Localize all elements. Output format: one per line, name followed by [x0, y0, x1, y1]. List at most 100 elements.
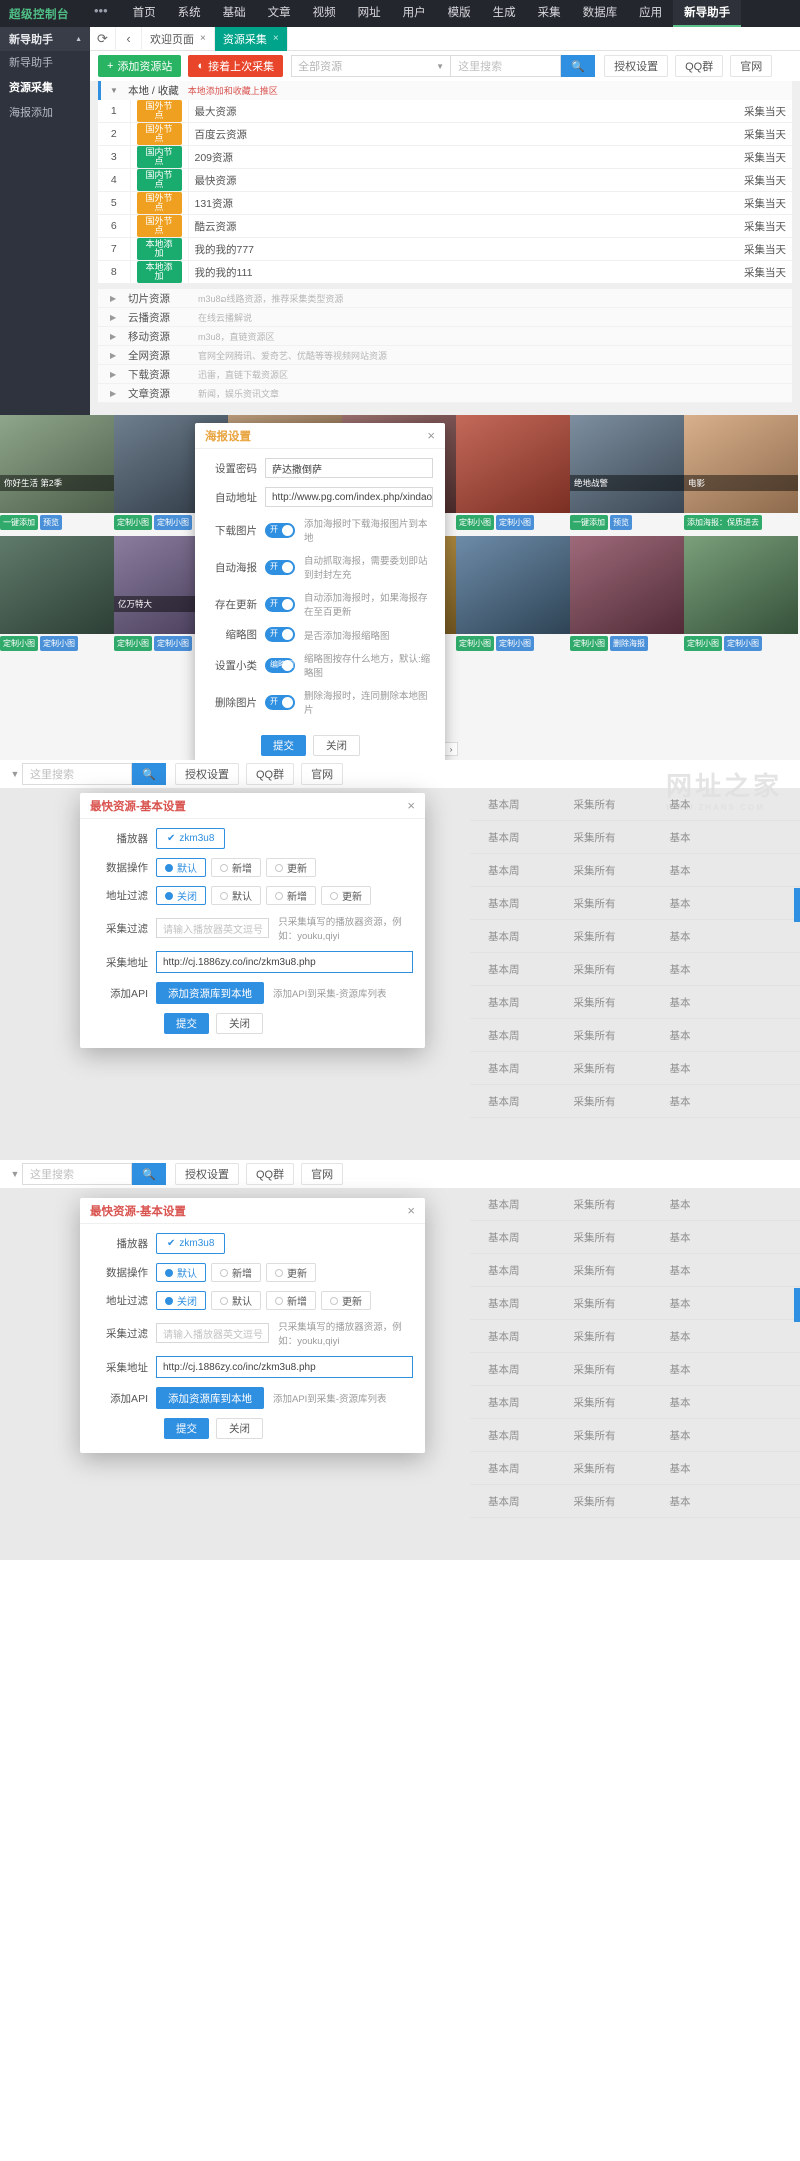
nav-item-9[interactable]: 采集 [527, 0, 572, 27]
poster-card[interactable]: 定制小图定制小图 [456, 536, 570, 651]
search-input-p4[interactable]: 这里搜索 [22, 1163, 132, 1185]
poster-thumbnail[interactable] [570, 536, 684, 634]
nav-item-3[interactable]: 文章 [257, 0, 302, 27]
card-action[interactable]: 添加海报：保质进去 [684, 515, 762, 530]
table-row[interactable]: 3国内节点209资源采集当天 [98, 146, 792, 169]
poster-input-0[interactable]: 萨达撒倒萨 [265, 458, 433, 478]
accordion-row-5[interactable]: ▶文章资源新闻，娱乐资讯文章 [98, 384, 792, 403]
poster-thumbnail[interactable]: 电影 [684, 415, 798, 513]
chevron-down-icon[interactable]: ▼ [110, 86, 119, 95]
auth-settings-button-p3[interactable]: 授权设置 [175, 763, 239, 785]
poster-toggle-7[interactable]: 开 [265, 695, 295, 710]
continue-collect-button[interactable]: ◐ 接着上次采集 [188, 55, 283, 77]
url-filter-0[interactable]: 关闭 [156, 886, 206, 905]
close-icon[interactable]: × [427, 429, 435, 442]
table-row[interactable]: 1国外节点最大资源采集当天 [98, 100, 792, 123]
nav-item-8[interactable]: 生成 [482, 0, 527, 27]
official-site-button-p4[interactable]: 官网 [301, 1163, 343, 1185]
card-action[interactable]: 预览 [40, 515, 62, 530]
qq-group-button[interactable]: QQ群 [675, 55, 723, 77]
search-input-p3[interactable]: 这里搜索 [22, 763, 132, 785]
card-action[interactable]: 定制小图 [154, 515, 192, 530]
nav-item-11[interactable]: 应用 [628, 0, 673, 27]
caret-up-icon[interactable]: ▲ [75, 36, 82, 43]
card-action[interactable]: 定制小图 [114, 636, 152, 651]
nav-item-4[interactable]: 视频 [302, 0, 347, 27]
tab-1[interactable]: 资源采集× [215, 27, 288, 51]
table-row[interactable]: 5国外节点131资源采集当天 [98, 192, 792, 215]
chevron-down-icon[interactable]: ▼ [8, 1169, 22, 1179]
poster-toggle-4[interactable]: 开 [265, 597, 295, 612]
chevron-left-icon[interactable]: ‹ [116, 27, 142, 51]
poster-thumbnail[interactable] [456, 415, 570, 513]
nav-item-1[interactable]: 系统 [167, 0, 212, 27]
basic-close-button1[interactable]: 关闭 [216, 1013, 263, 1034]
refresh-icon[interactable]: ⟳ [90, 27, 116, 51]
url-filter-3[interactable]: 更新 [321, 1291, 371, 1310]
card-action[interactable]: 定制小图 [724, 636, 762, 651]
poster-thumbnail[interactable] [684, 536, 798, 634]
card-action[interactable]: 定制小图 [0, 636, 38, 651]
poster-card[interactable]: 绝地战警一键添加预览 [570, 415, 684, 530]
poster-toggle-6[interactable]: 编略图 [265, 658, 295, 673]
table-row[interactable]: 4国内节点最快资源采集当天 [98, 169, 792, 192]
poster-card[interactable]: 电影添加海报：保质进去 [684, 415, 798, 530]
card-action[interactable]: 定制小图 [154, 636, 192, 651]
poster-thumbnail[interactable] [0, 536, 114, 634]
poster-card[interactable]: 定制小图定制小图 [0, 536, 114, 651]
card-action[interactable]: 定制小图 [456, 636, 494, 651]
card-action[interactable]: 定制小图 [496, 515, 534, 530]
nav-item-0[interactable]: 首页 [122, 0, 167, 27]
accordion-row-3[interactable]: ▶全网资源官网全网腾讯、爱奇艺、优酷等等视频网站资源 [98, 346, 792, 365]
poster-thumbnail[interactable]: 你好生活 第2季 [0, 415, 114, 513]
basic-submit-button2[interactable]: 提交 [164, 1418, 209, 1439]
close-icon[interactable]: × [273, 33, 279, 44]
player-chip[interactable]: ✔zkm3u8 [156, 828, 225, 849]
card-action[interactable]: 定制小图 [570, 636, 608, 651]
card-action[interactable]: 定制小图 [114, 515, 152, 530]
card-action[interactable]: 预览 [610, 515, 632, 530]
data-op-0[interactable]: 默认 [156, 1263, 206, 1282]
official-site-button-p3[interactable]: 官网 [301, 763, 343, 785]
auth-settings-button-p4[interactable]: 授权设置 [175, 1163, 239, 1185]
url-filter-2[interactable]: 新增 [266, 886, 316, 905]
card-action[interactable]: 定制小图 [456, 515, 494, 530]
poster-thumbnail[interactable] [456, 536, 570, 634]
card-action[interactable]: 定制小图 [40, 636, 78, 651]
close-icon[interactable]: × [407, 799, 415, 812]
accordion-row-4[interactable]: ▶下载资源迅雷，直链下载资源区 [98, 365, 792, 384]
nav-item-2[interactable]: 基础 [212, 0, 257, 27]
poster-thumbnail[interactable]: 绝地战警 [570, 415, 684, 513]
sidebar-item-0[interactable]: 新导助手 [0, 51, 90, 76]
card-action[interactable]: 删除海报 [610, 636, 648, 651]
card-action[interactable]: 定制小图 [684, 636, 722, 651]
local-section-header[interactable]: ▼ 本地 / 收藏 本地添加和收藏上推区 [98, 81, 792, 100]
poster-card[interactable]: 定制小图删除海报 [570, 536, 684, 651]
nav-item-10[interactable]: 数据库 [572, 0, 629, 27]
collect-url-input[interactable]: http://cj.1886zy.co/inc/zkm3u8.php [156, 1356, 413, 1378]
poster-toggle-3[interactable]: 开 [265, 560, 295, 575]
data-op-2[interactable]: 更新 [266, 1263, 316, 1282]
data-op-1[interactable]: 新增 [211, 1263, 261, 1282]
url-filter-2[interactable]: 新增 [266, 1291, 316, 1310]
card-action[interactable]: 一键添加 [570, 515, 608, 530]
resource-filter-select[interactable]: 全部资源 ▼ [291, 55, 451, 77]
nav-item-7[interactable]: 模版 [437, 0, 482, 27]
close-icon[interactable]: × [407, 1204, 415, 1217]
player-chip[interactable]: ✔zkm3u8 [156, 1233, 225, 1254]
official-site-button[interactable]: 官网 [730, 55, 772, 77]
data-op-1[interactable]: 新增 [211, 858, 261, 877]
ellipsis-icon[interactable]: ••• [90, 7, 122, 21]
collect-filter-input[interactable]: 请输入播放器英文逗号 [156, 1323, 269, 1343]
collect-filter-input[interactable]: 请输入播放器英文逗号 [156, 918, 269, 938]
add-resource-site-button[interactable]: + 添加资源站 [98, 55, 181, 77]
poster-card[interactable]: 定制小图定制小图 [684, 536, 798, 651]
poster-toggle-5[interactable]: 开 [265, 627, 295, 642]
data-op-0[interactable]: 默认 [156, 858, 206, 877]
table-row[interactable]: 8本地添加我的我的111采集当天 [98, 261, 792, 284]
search-button-p3[interactable]: 🔍 [132, 763, 166, 785]
search-button[interactable]: 🔍 [561, 55, 595, 77]
search-input[interactable]: 这里搜索 [451, 55, 561, 77]
search-button-p4[interactable]: 🔍 [132, 1163, 166, 1185]
table-row[interactable]: 2国外节点百度云资源采集当天 [98, 123, 792, 146]
